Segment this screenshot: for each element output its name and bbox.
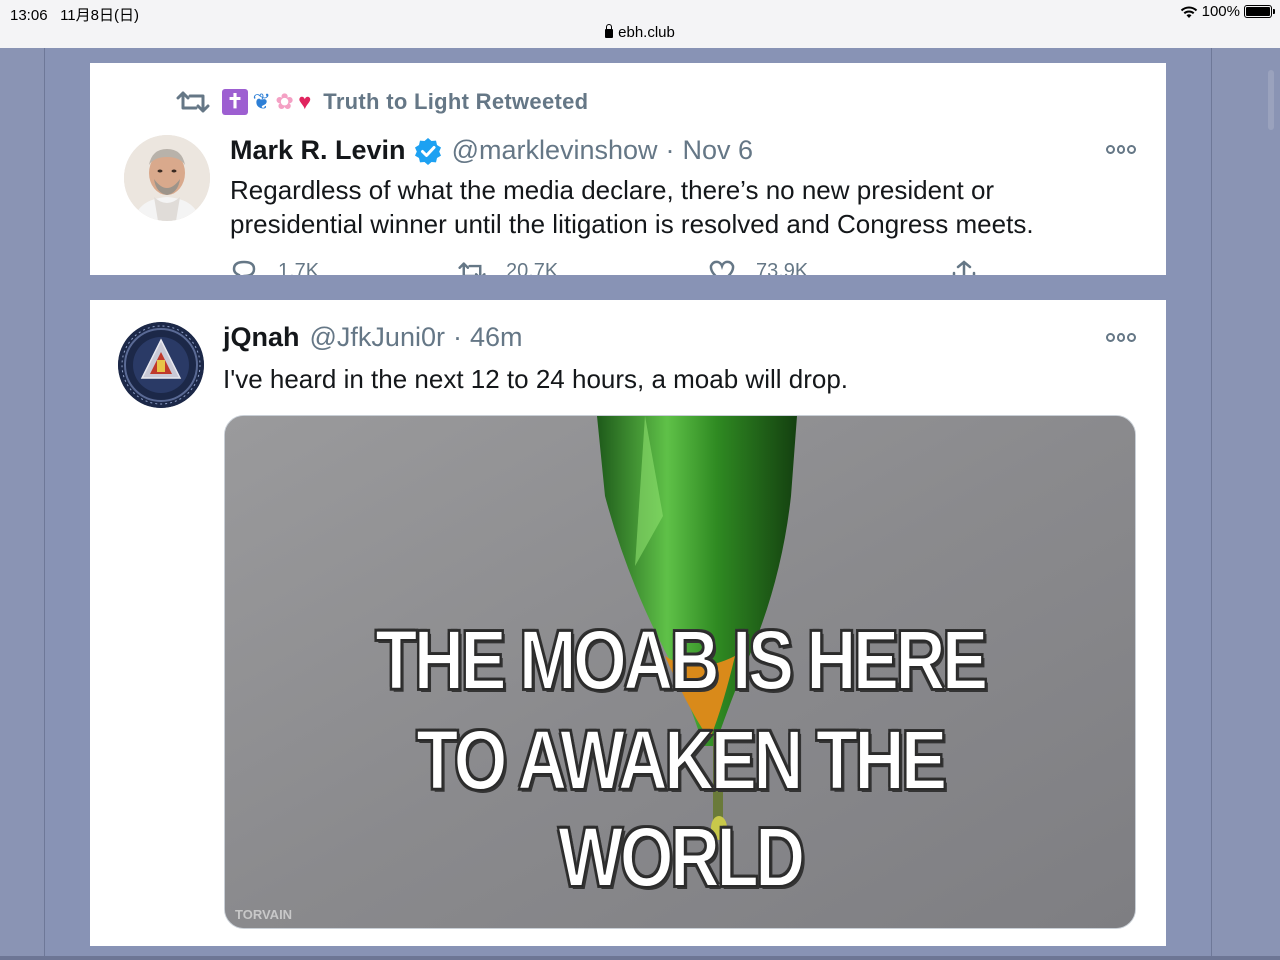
tweet-card-retweet[interactable]: ✝ ❦ ✿ ♥ Truth to Light Retweeted Mark R.… <box>90 63 1166 275</box>
avatar[interactable] <box>118 322 204 408</box>
butterfly-emoji-icon: ❦ <box>252 89 271 114</box>
url-text: ebh.club <box>618 24 675 41</box>
retweet-count: 20.7K <box>506 259 559 276</box>
retweeter-emojis: ✝ ❦ ✿ ♥ <box>222 89 311 115</box>
author-handle[interactable]: @marklevinshow <box>452 135 658 166</box>
tweet-timestamp[interactable]: 46m <box>470 322 523 353</box>
author-handle[interactable]: @JfkJuni0r <box>310 322 445 353</box>
status-time: 13:06 11月8日(日) <box>10 4 139 25</box>
flower-emoji-icon: ✿ <box>275 89 294 114</box>
tweet-text-line: Regardless of what the media declare, th… <box>230 175 995 205</box>
reply-icon <box>232 260 256 275</box>
tweet-timestamp[interactable]: Nov 6 <box>683 135 754 166</box>
status-indicators: 100% <box>1180 3 1275 20</box>
avatar-portrait <box>124 135 210 221</box>
address-bar[interactable]: ebh.club <box>0 24 1280 41</box>
tweet-card[interactable]: jQnah @JfkJuni0r · 46m I've heard in the… <box>90 300 1166 946</box>
share-icon <box>952 260 976 275</box>
tweet-text: Regardless of what the media declare, th… <box>230 173 1150 241</box>
heart-emoji-icon: ♥ <box>298 89 312 114</box>
tweet-header: Mark R. Levin @marklevinshow · Nov 6 <box>230 135 753 166</box>
avatar-seal <box>118 322 204 408</box>
verified-badge-icon <box>414 137 441 165</box>
meme-caption-line: THE MOAB IS HERE <box>374 612 989 708</box>
reply-button[interactable]: 1.7K <box>230 259 319 275</box>
retweet-button[interactable]: 20.7K <box>458 259 558 275</box>
like-count: 73.9K <box>756 259 809 276</box>
retweet-icon <box>458 262 486 275</box>
battery-percent: 100% <box>1201 3 1240 20</box>
tweet-text: I've heard in the next 12 to 24 hours, a… <box>223 364 849 394</box>
bottom-edge <box>0 956 1280 960</box>
share-button[interactable] <box>950 259 978 275</box>
cross-emoji-icon: ✝ <box>222 89 248 115</box>
clock-date: 11月8日(日) <box>60 7 139 24</box>
reply-count: 1.7K <box>278 259 320 276</box>
author-name[interactable]: jQnah <box>223 322 300 353</box>
status-bar: 13:06 11月8日(日) 100% ebh.club <box>0 0 1280 48</box>
battery-icon <box>1244 5 1275 18</box>
more-options-icon[interactable] <box>1106 145 1137 155</box>
wifi-icon <box>1180 6 1197 18</box>
image-watermark: TORVAIN <box>235 907 293 922</box>
lock-icon <box>605 24 614 38</box>
heart-icon <box>709 260 735 275</box>
like-button[interactable]: 73.9K <box>708 259 808 275</box>
more-options-icon[interactable] <box>1106 333 1137 343</box>
scrollbar[interactable] <box>1268 70 1274 130</box>
header-separator: · <box>452 322 462 352</box>
author-name[interactable]: Mark R. Levin <box>230 135 406 166</box>
retweet-context: ✝ ❦ ✿ ♥ Truth to Light Retweeted <box>176 89 588 115</box>
tweet-actions: 1.7K 20.7K 73.9K <box>230 259 1010 275</box>
clock-time: 13:06 <box>10 7 48 24</box>
tweet-header: jQnah @JfkJuni0r · 46m <box>223 322 523 353</box>
retweeted-by-label[interactable]: Truth to Light Retweeted <box>323 89 588 115</box>
tweet-text-line: presidential winner until the litigation… <box>230 209 1034 239</box>
retweet-icon <box>176 91 210 113</box>
avatar[interactable] <box>124 135 210 221</box>
header-separator: · <box>665 135 675 165</box>
meme-caption-line: TO AWAKEN THE WORLD <box>415 712 948 905</box>
tweet-media-image[interactable]: THE MOAB IS HERE TO AWAKEN THE WORLD TOR… <box>224 415 1136 929</box>
